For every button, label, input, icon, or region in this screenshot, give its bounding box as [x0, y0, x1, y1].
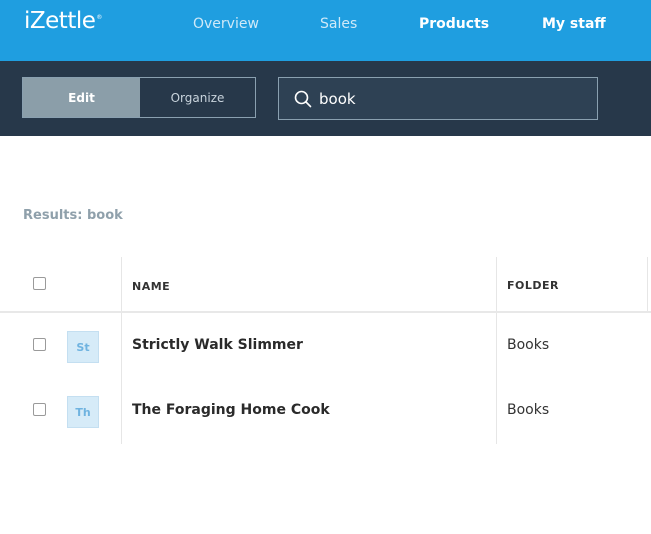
product-thumbnail: St: [67, 331, 99, 363]
mode-segmented-control: Edit Organize: [22, 77, 256, 118]
column-divider: [121, 257, 122, 444]
column-header-folder[interactable]: FOLDER: [507, 279, 559, 292]
search-input[interactable]: [319, 87, 579, 111]
column-header-name[interactable]: NAME: [132, 280, 170, 293]
product-folder: Books: [507, 337, 550, 353]
organize-mode-button[interactable]: Organize: [140, 78, 255, 117]
nav-sales[interactable]: Sales: [320, 16, 357, 32]
row-checkbox[interactable]: [33, 403, 46, 416]
product-folder: Books: [507, 402, 550, 418]
nav-overview[interactable]: Overview: [193, 16, 259, 32]
registered-mark: ®: [96, 14, 102, 21]
product-toolbar: Edit Organize: [0, 61, 651, 136]
search-box: [278, 77, 598, 120]
header-divider: [0, 311, 651, 313]
nav-products[interactable]: Products: [419, 16, 489, 32]
select-all-checkbox[interactable]: [33, 277, 46, 290]
product-thumbnail: Th: [67, 396, 99, 428]
row-checkbox[interactable]: [33, 338, 46, 351]
nav-my-staff[interactable]: My staff: [542, 16, 606, 32]
search-icon: [294, 90, 312, 108]
column-divider: [647, 257, 648, 312]
product-name[interactable]: The Foraging Home Cook: [132, 402, 330, 418]
product-name[interactable]: Strictly Walk Slimmer: [132, 337, 303, 353]
logo-text: iZettle: [24, 8, 96, 34]
results-label: Results: book: [23, 208, 123, 223]
izettle-logo[interactable]: iZettle®: [24, 8, 102, 34]
top-navigation-bar: iZettle® Overview Sales Products My staf…: [0, 0, 651, 61]
column-divider: [496, 257, 497, 444]
edit-mode-button[interactable]: Edit: [23, 78, 140, 117]
